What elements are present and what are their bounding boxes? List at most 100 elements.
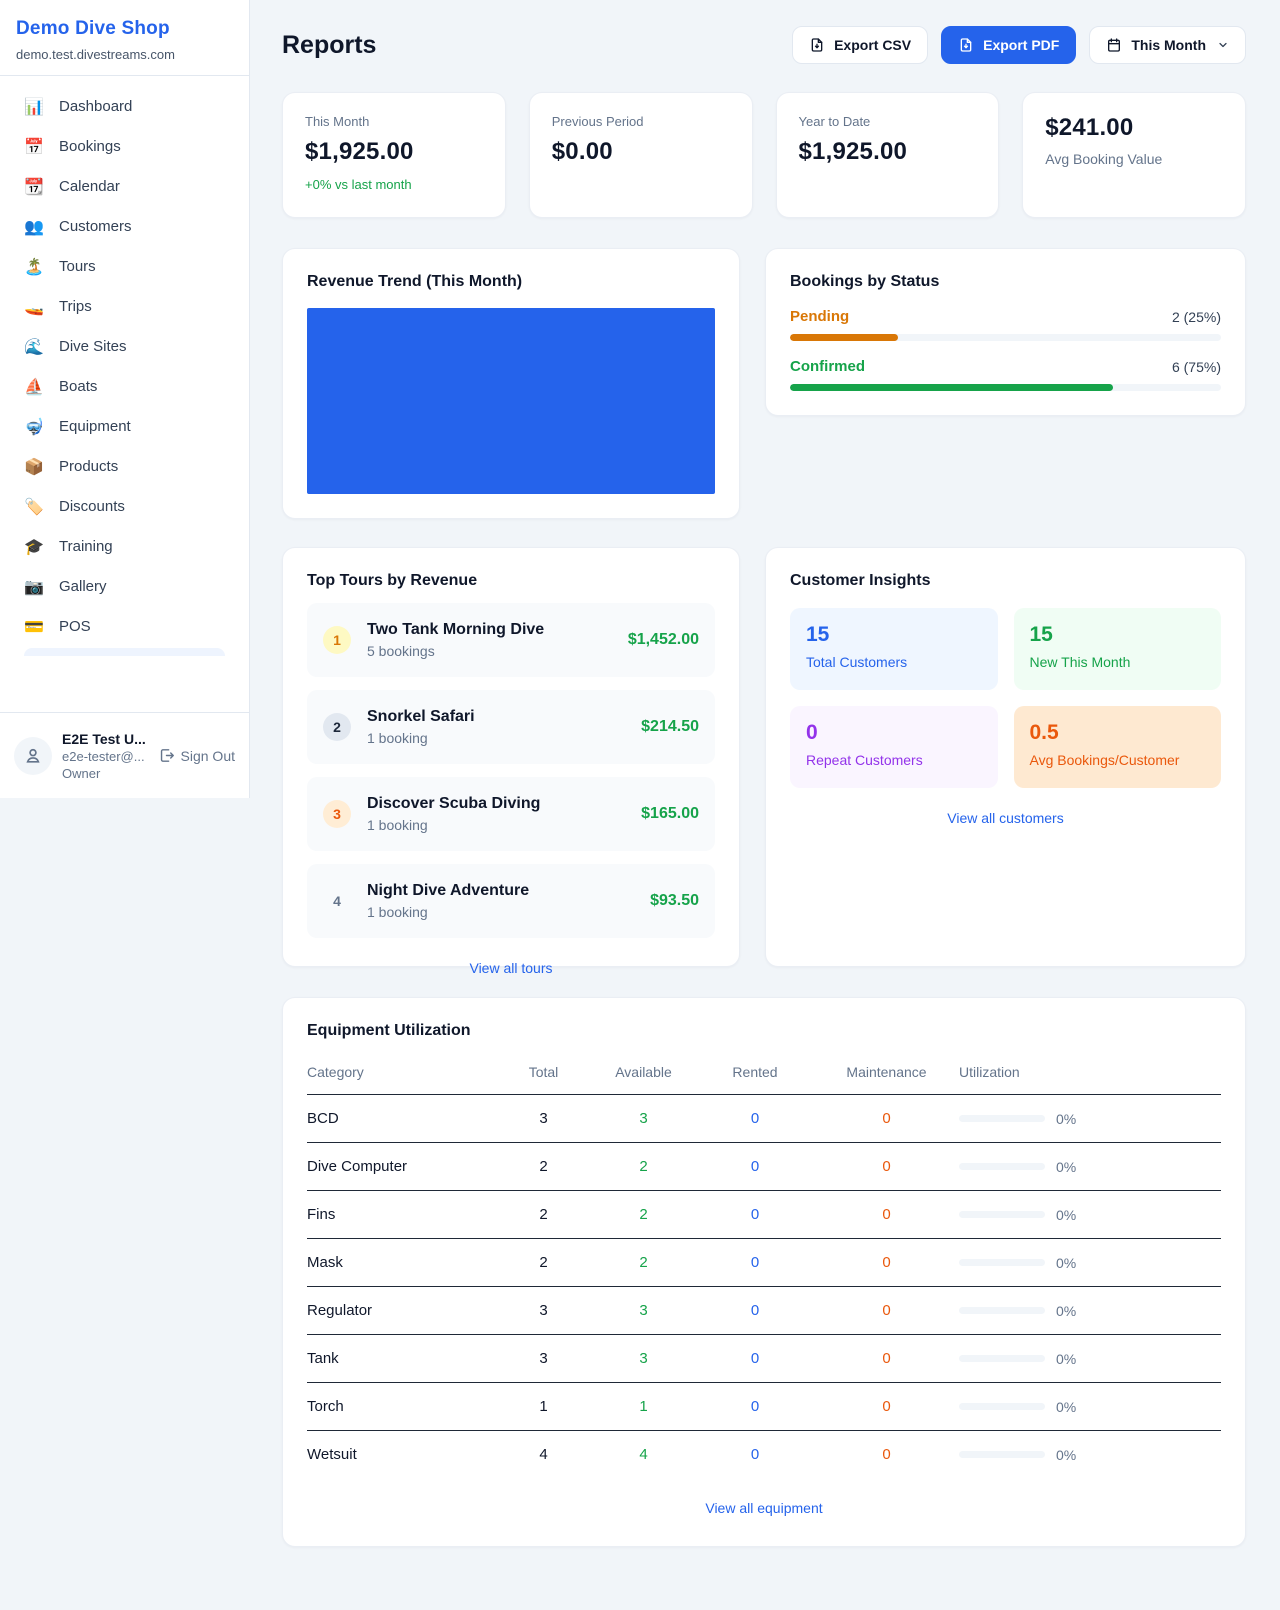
cell-total: 4 <box>496 1431 591 1479</box>
status-label: Confirmed <box>790 358 865 375</box>
user-role: Owner <box>62 766 148 781</box>
avatar <box>14 737 52 775</box>
utilization-bar <box>959 1115 1045 1122</box>
sidebar-item-discounts[interactable]: 🏷️ Discounts <box>12 488 237 525</box>
stats-row: This Month $1,925.00 +0% vs last month P… <box>282 92 1246 218</box>
sidebar-item-pos[interactable]: 💳 POS <box>12 608 237 645</box>
view-all-equipment-link[interactable]: View all equipment <box>307 1500 1221 1516</box>
dashboard-icon: 📊 <box>24 97 44 116</box>
sidebar-item-training[interactable]: 🎓 Training <box>12 528 237 565</box>
table-row: Wetsuit 4 4 0 0 0% <box>307 1431 1221 1479</box>
sidebar-item-reports-partial[interactable] <box>24 648 225 656</box>
cell-category: Torch <box>307 1383 496 1431</box>
user-name: E2E Test U... <box>62 731 148 747</box>
sidebar-item-label: Bookings <box>59 138 121 155</box>
rank-badge: 1 <box>323 626 351 654</box>
sidebar-item-label: Gallery <box>59 578 107 595</box>
cell-total: 3 <box>496 1287 591 1335</box>
table-row: Fins 2 2 0 0 0% <box>307 1191 1221 1239</box>
cell-total: 3 <box>496 1335 591 1383</box>
sidebar-item-gallery[interactable]: 📷 Gallery <box>12 568 237 605</box>
sidebar-item-bookings[interactable]: 📅 Bookings <box>12 128 237 165</box>
tile-repeat-customers: 0 Repeat Customers <box>790 706 998 788</box>
sign-out-button[interactable]: Sign Out <box>158 747 235 764</box>
sidebar-item-label: Trips <box>59 298 92 315</box>
table-row: Regulator 3 3 0 0 0% <box>307 1287 1221 1335</box>
sidebar-item-products[interactable]: 📦 Products <box>12 448 237 485</box>
sidebar-item-calendar[interactable]: 📆 Calendar <box>12 168 237 205</box>
utilization-bar <box>959 1259 1045 1266</box>
rank-badge: 3 <box>323 800 351 828</box>
chevron-down-icon <box>1217 39 1229 51</box>
view-all-customers-link[interactable]: View all customers <box>790 810 1221 826</box>
sidebar-nav: 📊 Dashboard 📅 Bookings 📆 Calendar 👥 Cust… <box>0 76 249 712</box>
tile-value: 0 <box>806 721 982 745</box>
equipment-table-header: Category Total Available Rented Maintena… <box>307 1054 1221 1095</box>
table-row: Dive Computer 2 2 0 0 0% <box>307 1143 1221 1191</box>
customer-insights-title: Customer Insights <box>790 572 1221 590</box>
sidebar-item-tours[interactable]: 🏝️ Tours <box>12 248 237 285</box>
sidebar-item-label: Discounts <box>59 498 125 515</box>
export-pdf-button[interactable]: Export PDF <box>941 26 1076 64</box>
period-label: This Month <box>1131 37 1206 53</box>
cell-total: 2 <box>496 1143 591 1191</box>
gallery-icon: 📷 <box>24 577 44 596</box>
cell-category: Wetsuit <box>307 1431 496 1479</box>
cell-utilization: 0% <box>959 1191 1221 1239</box>
tour-name: Two Tank Morning Dive <box>367 621 544 639</box>
page-title: Reports <box>282 31 376 60</box>
table-row: Torch 1 1 0 0 0% <box>307 1383 1221 1431</box>
sign-out-label: Sign Out <box>181 748 235 764</box>
export-csv-button[interactable]: Export CSV <box>792 26 928 64</box>
equipment-utilization-title: Equipment Utilization <box>307 1022 1221 1040</box>
user-email: e2e-tester@... <box>62 749 148 764</box>
cell-available: 2 <box>591 1143 696 1191</box>
cell-utilization: 0% <box>959 1287 1221 1335</box>
tour-row: 2 Snorkel Safari 1 booking $214.50 <box>307 690 715 764</box>
tile-value: 15 <box>1030 623 1206 647</box>
col-category: Category <box>307 1054 496 1095</box>
sidebar-header: Demo Dive Shop demo.test.divestreams.com <box>0 0 249 76</box>
equipment-icon: 🤿 <box>24 417 44 436</box>
bookings-icon: 📅 <box>24 137 44 156</box>
stat-value: $1,925.00 <box>799 138 977 166</box>
sidebar-item-label: POS <box>59 618 91 635</box>
cell-rented: 0 <box>696 1239 814 1287</box>
stat-label: This Month <box>305 114 483 129</box>
tour-bookings: 1 booking <box>367 817 540 833</box>
cell-maintenance: 0 <box>814 1335 959 1383</box>
bookings-by-status-panel: Bookings by Status Pending 2 (25%) Confi… <box>765 248 1246 416</box>
user-panel: E2E Test U... e2e-tester@... Owner Sign … <box>0 712 249 798</box>
stat-value: $0.00 <box>552 138 730 166</box>
sidebar-item-customers[interactable]: 👥 Customers <box>12 208 237 245</box>
cell-available: 1 <box>591 1383 696 1431</box>
sidebar-item-equipment[interactable]: 🤿 Equipment <box>12 408 237 445</box>
cell-maintenance: 0 <box>814 1287 959 1335</box>
tour-amount: $214.50 <box>641 718 699 736</box>
tour-name: Snorkel Safari <box>367 708 475 726</box>
file-download-icon <box>809 37 825 53</box>
pos-icon: 💳 <box>24 617 44 636</box>
tour-row: 1 Two Tank Morning Dive 5 bookings $1,45… <box>307 603 715 677</box>
cell-rented: 0 <box>696 1383 814 1431</box>
tour-amount: $93.50 <box>650 892 699 910</box>
tour-bookings: 1 booking <box>367 904 529 920</box>
cell-category: Tank <box>307 1335 496 1383</box>
sidebar-item-dive-sites[interactable]: 🌊 Dive Sites <box>12 328 237 365</box>
cell-maintenance: 0 <box>814 1143 959 1191</box>
view-all-tours-link[interactable]: View all tours <box>307 960 715 976</box>
stat-delta: +0% vs last month <box>305 177 483 192</box>
stat-card-previous-period: Previous Period $0.00 <box>529 92 753 218</box>
sidebar-item-dashboard[interactable]: 📊 Dashboard <box>12 88 237 125</box>
sidebar-item-trips[interactable]: 🚤 Trips <box>12 288 237 325</box>
sidebar-item-label: Calendar <box>59 178 120 195</box>
sidebar-item-boats[interactable]: ⛵ Boats <box>12 368 237 405</box>
tile-new-this-month: 15 New This Month <box>1014 608 1222 690</box>
cell-rented: 0 <box>696 1095 814 1143</box>
cell-total: 2 <box>496 1191 591 1239</box>
period-dropdown[interactable]: This Month <box>1089 26 1246 64</box>
calendar-icon <box>1106 37 1122 53</box>
cell-available: 2 <box>591 1239 696 1287</box>
calendar-icon: 📆 <box>24 177 44 196</box>
sidebar-item-label: Boats <box>59 378 97 395</box>
